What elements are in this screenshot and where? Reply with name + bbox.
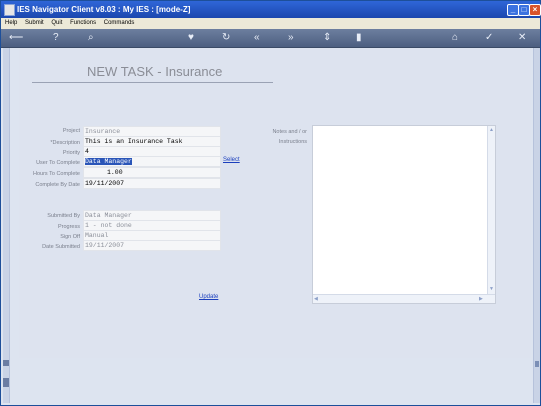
notes-horizontal-scrollbar[interactable]: ◀ ▶ [313,294,495,303]
update-link[interactable]: Update [199,294,218,300]
submitted-by-label: Submitted By [47,213,80,219]
scroll-right-icon[interactable]: ▶ [479,296,483,302]
side-tab-marker[interactable] [3,360,9,366]
last-icon[interactable]: » [288,32,294,44]
hours-to-complete-field[interactable]: 1.00 [83,167,221,178]
project-label: Project [62,128,80,134]
menu-bar: Help Submit Quit Functions Commands [1,18,540,29]
help-icon[interactable]: ? [53,32,59,44]
side-tab-marker[interactable] [3,378,9,387]
window-title: IES Navigator Client v8.03 : My IES : [m… [17,5,191,14]
first-icon[interactable]: « [254,32,260,44]
menu-functions[interactable]: Functions [70,20,96,26]
expand-icon[interactable]: ⇕ [323,32,331,44]
menu-commands[interactable]: Commands [104,20,135,26]
back-arrow-icon[interactable]: ⟵ [9,32,23,44]
select-user-link[interactable]: Select [223,157,240,163]
date-submitted-field[interactable]: 19/11/2007 [83,240,221,251]
scroll-up-icon[interactable]: ▲ [489,127,494,133]
toolbar: ⟵ ? ⌕ ♥ ↻ « » ⇕ ▮ ⌂ ✓ ✕ [1,29,540,48]
complete-by-date-label: Complete By Date [35,182,80,188]
notes-label: Notes and / or [272,129,307,135]
page-title: NEW TASK - Insurance [87,64,223,79]
notes-vertical-scrollbar[interactable]: ▲ ▼ [487,126,495,294]
title-bar: IES Navigator Client v8.03 : My IES : [m… [1,1,541,18]
document-icon[interactable]: ▮ [356,32,362,44]
description-label: *Description [50,140,80,146]
priority-label: Priority [62,150,80,156]
menu-quit[interactable]: Quit [51,20,62,26]
menu-help[interactable]: Help [5,20,17,26]
sign-off-label: Sign Off [60,234,80,240]
refresh-icon[interactable]: ↻ [222,32,230,44]
user-to-complete-value: Data Manager [85,158,132,165]
close-icon[interactable]: ✕ [518,32,526,44]
hours-to-complete-label: Hours To Complete [33,171,80,177]
menu-submit[interactable]: Submit [25,20,44,26]
notes-textarea[interactable]: ▲ ▼ ◀ ▶ [312,125,496,304]
progress-label: Progress [57,224,80,230]
complete-by-date-field[interactable]: 19/11/2007 [83,178,221,189]
user-to-complete-field[interactable]: Data Manager [83,156,221,167]
scroll-down-icon[interactable]: ▼ [489,286,494,292]
title-divider [32,82,273,83]
home-icon[interactable]: ⌂ [452,32,458,44]
application-window: IES Navigator Client v8.03 : My IES : [m… [0,0,541,406]
right-side-panel [533,48,540,403]
instructions-label: Instructions [278,139,307,145]
search-icon[interactable]: ⌕ [88,32,94,44]
close-button[interactable]: × [529,4,541,16]
side-tab-marker[interactable] [535,361,539,367]
scroll-left-icon[interactable]: ◀ [314,296,318,302]
date-submitted-label: Date Submitted [42,244,80,250]
check-icon[interactable]: ✓ [485,32,493,44]
left-side-panel [3,48,10,403]
heart-icon[interactable]: ♥ [188,32,194,44]
app-icon [4,4,15,16]
user-to-complete-label: User To Complete [36,160,80,166]
